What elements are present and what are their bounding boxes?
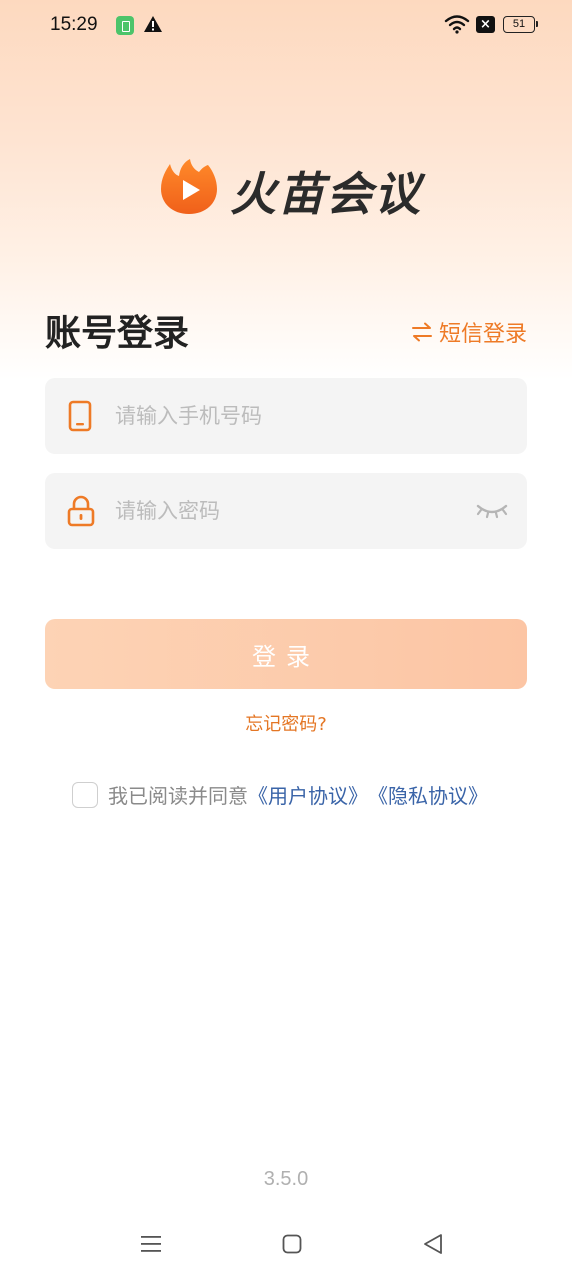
page-title: 账号登录 [45, 313, 190, 354]
agreement-text: 我已阅读并同意 [108, 784, 248, 808]
agreement-row: 我已阅读并同意 《用户协议》 《隐私协议》 [72, 780, 488, 809]
home-icon[interactable] [282, 1234, 302, 1254]
login-button[interactable]: 登录 [45, 619, 527, 689]
back-icon[interactable] [422, 1233, 444, 1255]
lock-icon [67, 495, 95, 527]
wifi-icon [444, 15, 470, 34]
app-name: 火苗会议 [230, 167, 422, 221]
sms-login-label: 短信登录 [438, 322, 527, 347]
app-notification-icon [116, 16, 134, 35]
menu-icon[interactable] [140, 1234, 162, 1254]
no-sim-icon: × [476, 16, 495, 33]
user-agreement-link[interactable]: 《用户协议》 [248, 780, 368, 809]
sms-login-switch[interactable]: 短信登录 [411, 316, 527, 348]
password-input[interactable] [115, 473, 495, 549]
phone-input[interactable] [115, 378, 495, 454]
battery-icon: 51 [503, 16, 538, 33]
phone-field [45, 378, 527, 454]
privacy-policy-link[interactable]: 《隐私协议》 [368, 780, 488, 809]
status-bar: 15:29 × 51 [0, 0, 572, 52]
forgot-password-link[interactable]: 忘记密码? [0, 710, 572, 736]
phone-icon [68, 400, 92, 432]
eye-closed-icon[interactable] [475, 501, 509, 521]
system-nav-bar [0, 1224, 572, 1268]
app-version: 3.5.0 [263, 1168, 309, 1190]
warning-icon [144, 16, 162, 32]
app-logo: 火苗会议 [158, 156, 420, 221]
password-field [45, 473, 527, 549]
agree-checkbox[interactable] [72, 781, 98, 808]
status-time: 15:29 [50, 14, 98, 35]
flame-logo-icon [161, 159, 217, 214]
swap-icon [411, 322, 432, 342]
